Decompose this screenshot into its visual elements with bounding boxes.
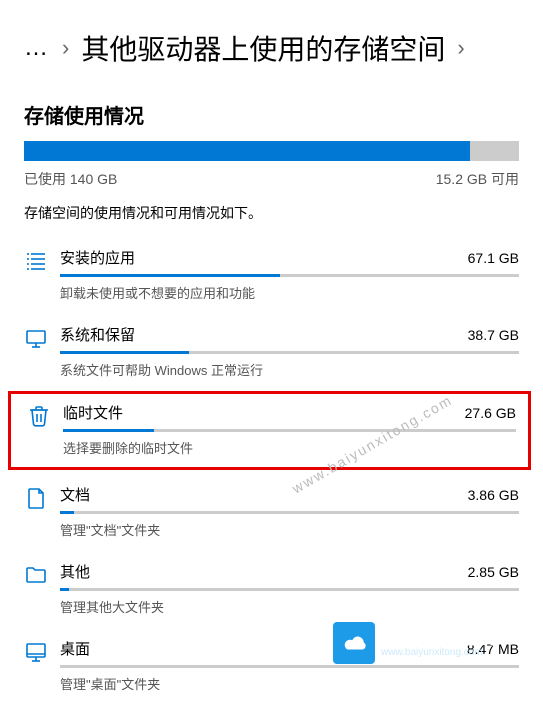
used-label: 已使用 140 GB: [24, 169, 117, 189]
storage-item-desc: 系统文件可帮助 Windows 正常运行: [60, 360, 519, 379]
storage-item-name: 其他: [60, 561, 90, 582]
storage-item-bar: [60, 351, 519, 354]
chevron-right-icon: ›: [62, 35, 69, 61]
trash-icon: [27, 402, 63, 457]
storage-item-bar: [60, 665, 519, 668]
storage-item-size: 8.47 MB: [467, 641, 519, 657]
storage-item-folder[interactable]: 其他 2.85 GB 管理其他大文件夹: [0, 551, 543, 628]
storage-item-size: 3.86 GB: [468, 487, 519, 503]
storage-item-desktop[interactable]: 桌面 8.47 MB 管理"桌面"文件夹: [0, 628, 543, 705]
apps-icon: [24, 247, 60, 302]
storage-item-size: 27.6 GB: [465, 405, 516, 421]
storage-item-bar-fill: [60, 511, 74, 514]
storage-item-bar-fill: [60, 351, 189, 354]
storage-item-apps[interactable]: 安装的应用 67.1 GB 卸载未使用或不想要的应用和功能: [0, 237, 543, 314]
system-icon: [24, 324, 60, 379]
section-heading: 存储使用情况: [0, 84, 543, 141]
storage-item-size: 67.1 GB: [468, 250, 519, 266]
free-label: 15.2 GB 可用: [436, 169, 519, 189]
storage-item-bar: [60, 588, 519, 591]
desktop-icon: [24, 638, 60, 693]
storage-item-name: 系统和保留: [60, 324, 135, 345]
storage-item-bar: [60, 511, 519, 514]
storage-item-desc: 卸载未使用或不想要的应用和功能: [60, 283, 519, 302]
breadcrumb-ellipsis[interactable]: …: [24, 34, 50, 62]
usage-description: 存储空间的使用情况和可用情况如下。: [0, 203, 543, 237]
storage-item-bar-fill: [60, 274, 280, 277]
folder-icon: [24, 561, 60, 616]
storage-item-name: 安装的应用: [60, 247, 135, 268]
storage-item-name: 桌面: [60, 638, 90, 659]
storage-item-desc: 选择要删除的临时文件: [63, 438, 516, 457]
storage-item-size: 2.85 GB: [468, 564, 519, 580]
storage-usage-bar: [24, 141, 519, 161]
page-title: 其他驱动器上使用的存储空间: [81, 28, 445, 68]
storage-item-bar: [63, 429, 516, 432]
storage-item-document[interactable]: 文档 3.86 GB 管理"文档"文件夹: [0, 474, 543, 551]
breadcrumb: … › 其他驱动器上使用的存储空间 ›: [0, 0, 543, 84]
storage-item-bar-fill: [60, 588, 69, 591]
usage-labels: 已使用 140 GB 15.2 GB 可用: [0, 169, 543, 203]
storage-item-system[interactable]: 系统和保留 38.7 GB 系统文件可帮助 Windows 正常运行: [0, 314, 543, 391]
storage-item-desc: 管理"文档"文件夹: [60, 520, 519, 539]
chevron-right-icon: ›: [457, 35, 464, 61]
storage-item-bar-fill: [63, 429, 154, 432]
document-icon: [24, 484, 60, 539]
storage-item-size: 38.7 GB: [468, 327, 519, 343]
storage-usage-bar-fill: [24, 141, 470, 161]
storage-item-bar: [60, 274, 519, 277]
storage-item-trash[interactable]: 临时文件 27.6 GB 选择要删除的临时文件: [8, 391, 531, 470]
storage-item-desc: 管理其他大文件夹: [60, 597, 519, 616]
storage-item-name: 文档: [60, 484, 90, 505]
storage-item-name: 临时文件: [63, 402, 123, 423]
storage-item-desc: 管理"桌面"文件夹: [60, 674, 519, 693]
